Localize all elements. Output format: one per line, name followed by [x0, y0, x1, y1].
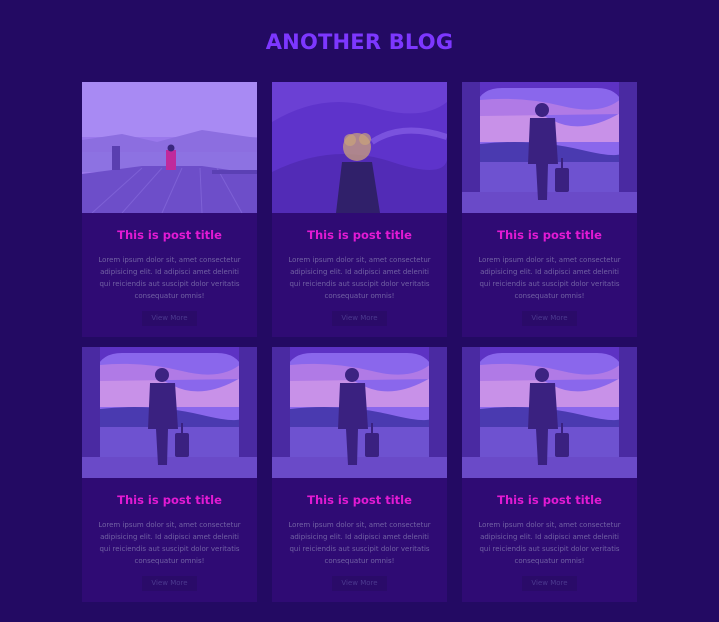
post-title[interactable]: This is post title — [272, 493, 447, 507]
post-excerpt: Lorem ipsum dolor sit, amet consectetur … — [478, 521, 621, 565]
post-card: This is post title Lorem ipsum dolor sit… — [462, 82, 637, 337]
post-excerpt: Lorem ipsum dolor sit, amet consectetur … — [98, 256, 241, 300]
view-more-button[interactable]: View More — [142, 311, 197, 326]
post-card: This is post title Lorem ipsum dolor sit… — [82, 347, 257, 602]
post-card: This is post title Lorem ipsum dolor sit… — [272, 82, 447, 337]
post-image[interactable] — [272, 82, 447, 213]
post-title[interactable]: This is post title — [272, 228, 447, 242]
post-card: This is post title Lorem ipsum dolor sit… — [82, 82, 257, 337]
post-excerpt: Lorem ipsum dolor sit, amet consectetur … — [98, 521, 241, 565]
post-title[interactable]: This is post title — [82, 493, 257, 507]
post-title[interactable]: This is post title — [82, 228, 257, 242]
post-excerpt: Lorem ipsum dolor sit, amet consectetur … — [288, 521, 431, 565]
post-image[interactable] — [82, 347, 257, 478]
post-excerpt: Lorem ipsum dolor sit, amet consectetur … — [478, 256, 621, 300]
view-more-button[interactable]: View More — [142, 576, 197, 591]
post-image[interactable] — [272, 347, 447, 478]
post-image[interactable] — [462, 82, 637, 213]
post-card: This is post title Lorem ipsum dolor sit… — [462, 347, 637, 602]
post-title[interactable]: This is post title — [462, 228, 637, 242]
post-image[interactable] — [82, 82, 257, 213]
post-card: This is post title Lorem ipsum dolor sit… — [272, 347, 447, 602]
page-title: ANOTHER BLOG — [265, 30, 454, 54]
post-excerpt: Lorem ipsum dolor sit, amet consectetur … — [288, 256, 431, 300]
view-more-button[interactable]: View More — [332, 576, 387, 591]
view-more-button[interactable]: View More — [522, 576, 577, 591]
posts-grid: This is post title Lorem ipsum dolor sit… — [82, 82, 637, 604]
view-more-button[interactable]: View More — [332, 311, 387, 326]
post-image[interactable] — [462, 347, 637, 478]
view-more-button[interactable]: View More — [522, 311, 577, 326]
post-title[interactable]: This is post title — [462, 493, 637, 507]
